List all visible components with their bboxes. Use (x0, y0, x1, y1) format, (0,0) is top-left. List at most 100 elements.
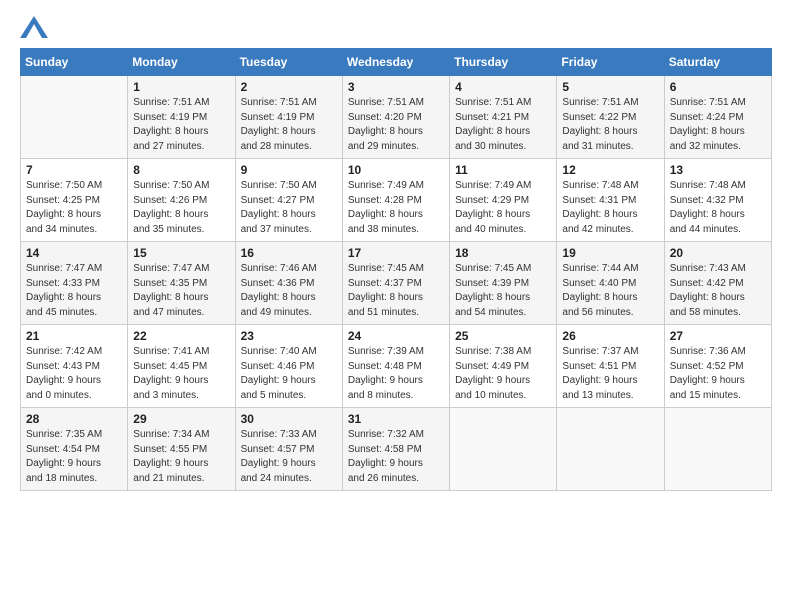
weekday-header-saturday: Saturday (664, 49, 771, 76)
day-info: Sunrise: 7:49 AM Sunset: 4:29 PM Dayligh… (455, 179, 551, 237)
calendar-cell: 1 Sunrise: 7:51 AM Sunset: 4:19 PM Daylig… (128, 76, 235, 159)
day-number: 18 (455, 246, 551, 260)
day-info: Sunrise: 7:32 AM Sunset: 4:58 PM Dayligh… (348, 428, 444, 486)
day-info: Sunrise: 7:35 AM Sunset: 4:54 PM Dayligh… (26, 428, 122, 486)
calendar-week-row: 28 Sunrise: 7:35 AM Sunset: 4:54 PM Dayli… (21, 408, 772, 491)
day-info: Sunrise: 7:39 AM Sunset: 4:48 PM Dayligh… (348, 345, 444, 403)
logo-icon (20, 16, 48, 38)
calendar-cell: 2 Sunrise: 7:51 AM Sunset: 4:19 PM Daylig… (235, 76, 342, 159)
day-info: Sunrise: 7:46 AM Sunset: 4:36 PM Dayligh… (241, 262, 337, 320)
day-info: Sunrise: 7:51 AM Sunset: 4:24 PM Dayligh… (670, 96, 766, 154)
calendar-cell: 3 Sunrise: 7:51 AM Sunset: 4:20 PM Daylig… (342, 76, 449, 159)
calendar-cell: 4 Sunrise: 7:51 AM Sunset: 4:21 PM Daylig… (450, 76, 557, 159)
day-number: 10 (348, 163, 444, 177)
day-info: Sunrise: 7:51 AM Sunset: 4:22 PM Dayligh… (562, 96, 658, 154)
weekday-header-thursday: Thursday (450, 49, 557, 76)
calendar-cell: 26Sunrise: 7:37 AM Sunset: 4:51 PM Dayli… (557, 325, 664, 408)
day-number: 25 (455, 329, 551, 343)
day-number: 30 (241, 412, 337, 426)
day-number: 28 (26, 412, 122, 426)
day-number: 8 (133, 163, 229, 177)
calendar-cell (664, 408, 771, 491)
calendar-cell: 19Sunrise: 7:44 AM Sunset: 4:40 PM Dayli… (557, 242, 664, 325)
calendar-cell: 14 Sunrise: 7:47 AM Sunset: 4:33 PM Dayli… (21, 242, 128, 325)
day-number: 27 (670, 329, 766, 343)
day-info: Sunrise: 7:36 AM Sunset: 4:52 PM Dayligh… (670, 345, 766, 403)
weekday-header-tuesday: Tuesday (235, 49, 342, 76)
calendar-cell (21, 76, 128, 159)
calendar-cell: 20 Sunrise: 7:43 AM Sunset: 4:42 PM Dayli… (664, 242, 771, 325)
calendar-cell: 27 Sunrise: 7:36 AM Sunset: 4:52 PM Dayli… (664, 325, 771, 408)
calendar-week-row: 14 Sunrise: 7:47 AM Sunset: 4:33 PM Dayli… (21, 242, 772, 325)
day-number: 20 (670, 246, 766, 260)
day-number: 2 (241, 80, 337, 94)
day-number: 3 (348, 80, 444, 94)
day-number: 14 (26, 246, 122, 260)
day-info: Sunrise: 7:50 AM Sunset: 4:25 PM Dayligh… (26, 179, 122, 237)
day-info: Sunrise: 7:44 AM Sunset: 4:40 PM Dayligh… (562, 262, 658, 320)
day-info: Sunrise: 7:49 AM Sunset: 4:28 PM Dayligh… (348, 179, 444, 237)
calendar-cell: 29 Sunrise: 7:34 AM Sunset: 4:55 PM Dayli… (128, 408, 235, 491)
calendar-cell (557, 408, 664, 491)
calendar-cell: 18 Sunrise: 7:45 AM Sunset: 4:39 PM Dayli… (450, 242, 557, 325)
day-info: Sunrise: 7:50 AM Sunset: 4:26 PM Dayligh… (133, 179, 229, 237)
logo (20, 16, 52, 38)
calendar-cell: 9 Sunrise: 7:50 AM Sunset: 4:27 PM Daylig… (235, 159, 342, 242)
day-number: 21 (26, 329, 122, 343)
day-info: Sunrise: 7:43 AM Sunset: 4:42 PM Dayligh… (670, 262, 766, 320)
day-number: 22 (133, 329, 229, 343)
calendar-week-row: 21 Sunrise: 7:42 AM Sunset: 4:43 PM Dayli… (21, 325, 772, 408)
calendar-cell: 15 Sunrise: 7:47 AM Sunset: 4:35 PM Dayli… (128, 242, 235, 325)
calendar-cell: 10 Sunrise: 7:49 AM Sunset: 4:28 PM Dayli… (342, 159, 449, 242)
day-number: 29 (133, 412, 229, 426)
day-info: Sunrise: 7:51 AM Sunset: 4:21 PM Dayligh… (455, 96, 551, 154)
calendar-table: SundayMondayTuesdayWednesdayThursdayFrid… (20, 48, 772, 491)
day-number: 7 (26, 163, 122, 177)
calendar-cell: 28 Sunrise: 7:35 AM Sunset: 4:54 PM Dayli… (21, 408, 128, 491)
calendar-cell: 24 Sunrise: 7:39 AM Sunset: 4:48 PM Dayli… (342, 325, 449, 408)
day-info: Sunrise: 7:42 AM Sunset: 4:43 PM Dayligh… (26, 345, 122, 403)
day-number: 5 (562, 80, 658, 94)
day-info: Sunrise: 7:47 AM Sunset: 4:33 PM Dayligh… (26, 262, 122, 320)
day-info: Sunrise: 7:45 AM Sunset: 4:37 PM Dayligh… (348, 262, 444, 320)
calendar-cell: 17Sunrise: 7:45 AM Sunset: 4:37 PM Dayli… (342, 242, 449, 325)
day-info: Sunrise: 7:41 AM Sunset: 4:45 PM Dayligh… (133, 345, 229, 403)
day-info: Sunrise: 7:51 AM Sunset: 4:19 PM Dayligh… (133, 96, 229, 154)
calendar-cell: 5 Sunrise: 7:51 AM Sunset: 4:22 PM Daylig… (557, 76, 664, 159)
calendar-cell: 25Sunrise: 7:38 AM Sunset: 4:49 PM Dayli… (450, 325, 557, 408)
day-info: Sunrise: 7:34 AM Sunset: 4:55 PM Dayligh… (133, 428, 229, 486)
day-info: Sunrise: 7:51 AM Sunset: 4:20 PM Dayligh… (348, 96, 444, 154)
calendar-cell: 13 Sunrise: 7:48 AM Sunset: 4:32 PM Dayli… (664, 159, 771, 242)
weekday-header-friday: Friday (557, 49, 664, 76)
day-number: 11 (455, 163, 551, 177)
day-number: 9 (241, 163, 337, 177)
day-number: 1 (133, 80, 229, 94)
day-info: Sunrise: 7:33 AM Sunset: 4:57 PM Dayligh… (241, 428, 337, 486)
day-info: Sunrise: 7:45 AM Sunset: 4:39 PM Dayligh… (455, 262, 551, 320)
day-number: 24 (348, 329, 444, 343)
day-info: Sunrise: 7:50 AM Sunset: 4:27 PM Dayligh… (241, 179, 337, 237)
day-info: Sunrise: 7:40 AM Sunset: 4:46 PM Dayligh… (241, 345, 337, 403)
calendar-cell: 30 Sunrise: 7:33 AM Sunset: 4:57 PM Dayli… (235, 408, 342, 491)
calendar-cell: 31 Sunrise: 7:32 AM Sunset: 4:58 PM Dayli… (342, 408, 449, 491)
calendar-cell: 23 Sunrise: 7:40 AM Sunset: 4:46 PM Dayli… (235, 325, 342, 408)
day-number: 12 (562, 163, 658, 177)
day-number: 13 (670, 163, 766, 177)
calendar-cell: 12 Sunrise: 7:48 AM Sunset: 4:31 PM Dayli… (557, 159, 664, 242)
weekday-header-wednesday: Wednesday (342, 49, 449, 76)
day-number: 15 (133, 246, 229, 260)
day-info: Sunrise: 7:48 AM Sunset: 4:32 PM Dayligh… (670, 179, 766, 237)
day-info: Sunrise: 7:47 AM Sunset: 4:35 PM Dayligh… (133, 262, 229, 320)
day-number: 4 (455, 80, 551, 94)
calendar-cell: 8 Sunrise: 7:50 AM Sunset: 4:26 PM Daylig… (128, 159, 235, 242)
day-number: 31 (348, 412, 444, 426)
page-header (20, 16, 772, 38)
day-number: 23 (241, 329, 337, 343)
day-info: Sunrise: 7:51 AM Sunset: 4:19 PM Dayligh… (241, 96, 337, 154)
calendar-cell: 21 Sunrise: 7:42 AM Sunset: 4:43 PM Dayli… (21, 325, 128, 408)
day-info: Sunrise: 7:48 AM Sunset: 4:31 PM Dayligh… (562, 179, 658, 237)
calendar-week-row: 1 Sunrise: 7:51 AM Sunset: 4:19 PM Daylig… (21, 76, 772, 159)
weekday-header-row: SundayMondayTuesdayWednesdayThursdayFrid… (21, 49, 772, 76)
calendar-cell: 7 Sunrise: 7:50 AM Sunset: 4:25 PM Daylig… (21, 159, 128, 242)
day-number: 16 (241, 246, 337, 260)
